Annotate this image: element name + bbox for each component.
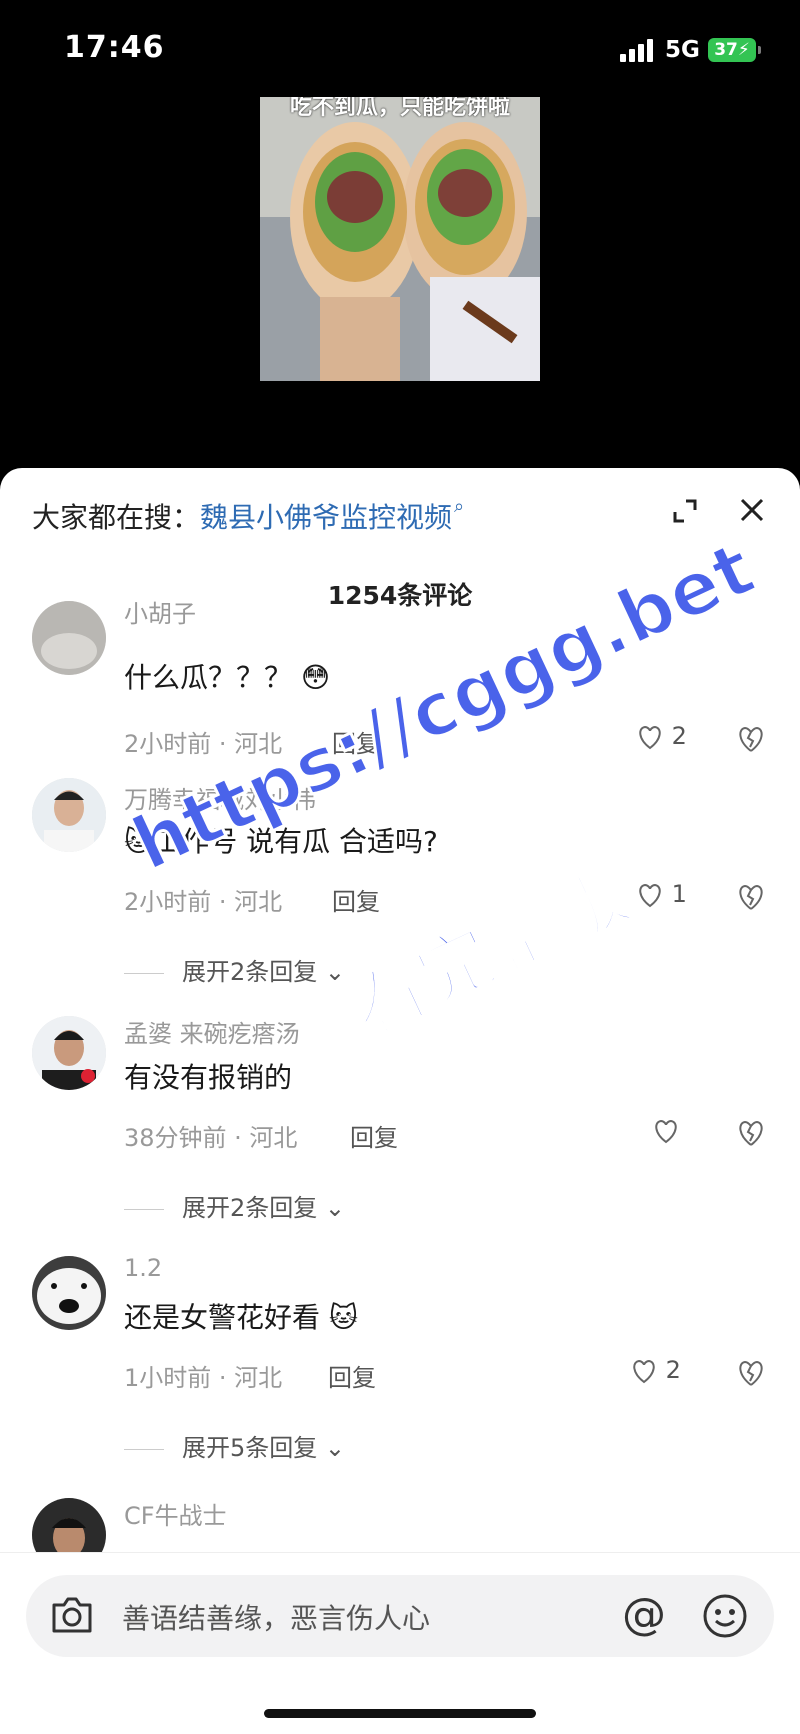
trending-search: 大家都在搜：魏县小佛爷监控视频 ⌕	[32, 496, 464, 536]
heart-icon	[633, 1359, 655, 1384]
battery-level: 37	[714, 40, 738, 60]
search-prefix: 大家都在搜：	[32, 501, 201, 534]
expand-replies-button[interactable]: 展开5条回复 ⌄	[124, 1428, 345, 1463]
dislike-icon[interactable]	[736, 1358, 766, 1388]
camera-icon[interactable]	[50, 1595, 94, 1635]
avatar[interactable]	[32, 601, 106, 675]
video-caption: 吃不到瓜，只能吃饼啦	[289, 97, 510, 120]
chevron-down-icon: ⌄	[324, 1194, 346, 1222]
avatar[interactable]	[32, 1016, 106, 1090]
heart-icon	[639, 725, 661, 750]
chevron-down-icon: ⌄	[324, 1434, 346, 1462]
reply-button[interactable]: 回复	[332, 882, 380, 917]
comment-username[interactable]: 1.2	[124, 1254, 162, 1282]
like-button[interactable]	[652, 1116, 680, 1146]
like-count: 2	[665, 1356, 681, 1384]
battery-icon: 37⚡	[708, 38, 761, 62]
close-icon[interactable]	[738, 496, 766, 524]
video-preview[interactable]: 吃不到瓜，只能吃饼啦	[260, 97, 540, 381]
comment-sheet: 大家都在搜：魏县小佛爷监控视频 ⌕ 1254条评论 小胡子 什么瓜？？？ 😳 2小…	[0, 468, 800, 1733]
comment-text: 什么瓜？？？ 😳	[124, 661, 331, 694]
like-count: 1	[671, 880, 687, 908]
expand-replies-button[interactable]: 展开2条回复 ⌄	[124, 1188, 345, 1223]
comment-username[interactable]: 孟婆 来碗疙瘩汤	[124, 1014, 300, 1049]
heart-icon	[655, 1119, 677, 1144]
comment-text: 还是女警花好看 🐱	[124, 1301, 359, 1334]
search-icon: ⌕	[454, 496, 465, 517]
comment-input-bar: 善语结善缘，恶言伤人心 @	[0, 1552, 800, 1734]
reply-button[interactable]: 回复	[328, 1358, 376, 1393]
at-icon[interactable]: @	[622, 1589, 666, 1640]
comment-meta: 2小时前 · 河北	[124, 730, 283, 758]
comment-username[interactable]: 万腾幸福城刘小伟	[124, 780, 316, 815]
cat-emoji-icon: 🐱	[124, 825, 154, 858]
home-indicator	[264, 1709, 536, 1718]
shocked-emoji-icon: 😳	[300, 661, 331, 694]
comment-text: 🐱工作号 说有瓜 合适吗?	[124, 825, 438, 858]
status-bar: 17:46 5G 37⚡	[0, 0, 800, 100]
expand-icon[interactable]	[672, 498, 698, 524]
comment-meta: 1小时前 · 河北	[124, 1364, 283, 1392]
network-type: 5G	[665, 37, 700, 63]
like-button[interactable]: 2	[636, 722, 687, 752]
reply-button[interactable]: 回复	[332, 724, 380, 759]
heart-icon	[639, 883, 661, 908]
search-link[interactable]: 魏县小佛爷监控视频	[200, 501, 452, 534]
video-thumbnail	[260, 97, 540, 381]
cat-emoji-icon: 🐱	[328, 1301, 359, 1334]
emoji-icon[interactable]	[702, 1593, 748, 1639]
avatar[interactable]	[32, 778, 106, 852]
dislike-icon[interactable]	[736, 882, 766, 912]
like-button[interactable]: 1	[636, 880, 687, 910]
expand-replies-button[interactable]: 展开2条回复 ⌄	[124, 952, 345, 987]
like-button[interactable]: 2	[630, 1356, 681, 1386]
comment-username[interactable]: 小胡子	[124, 594, 196, 629]
avatar[interactable]	[32, 1256, 106, 1330]
comment-meta: 2小时前 · 河北	[124, 888, 283, 916]
comment-text: 有没有报销的	[124, 1061, 293, 1094]
chevron-down-icon: ⌄	[324, 958, 346, 986]
dislike-icon[interactable]	[736, 724, 766, 754]
reply-button[interactable]: 回复	[350, 1118, 398, 1153]
comment-username[interactable]: CF牛战士	[124, 1496, 227, 1531]
comment-input[interactable]: 善语结善缘，恶言伤人心 @	[26, 1575, 774, 1657]
status-time: 17:46	[64, 30, 165, 65]
signal-icon	[620, 38, 656, 62]
comment-meta: 38分钟前 · 河北	[124, 1124, 298, 1152]
dislike-icon[interactable]	[736, 1118, 766, 1148]
comment-count: 1254条评论	[327, 581, 473, 610]
like-count: 2	[671, 722, 687, 750]
comment-input-placeholder: 善语结善缘，恶言伤人心	[122, 1602, 431, 1635]
